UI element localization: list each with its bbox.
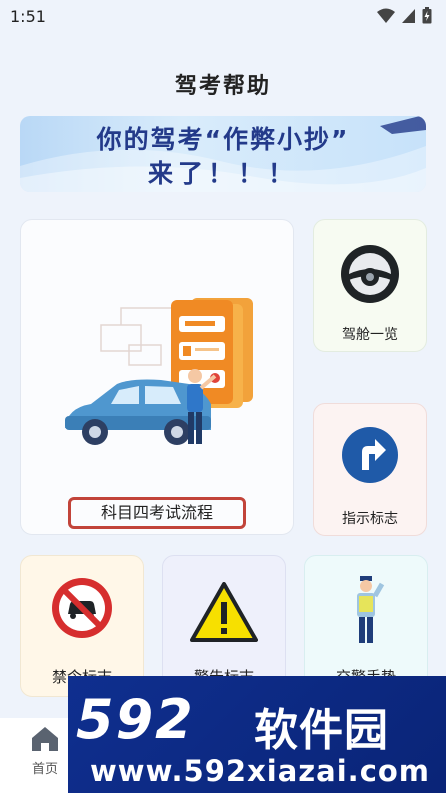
home-icon bbox=[32, 727, 58, 751]
wifi-icon bbox=[377, 8, 395, 23]
watermark-name: 软件园 bbox=[254, 705, 389, 756]
page-title: 驾考帮助 bbox=[174, 74, 271, 99]
cockpit-label: 驾舱一览 bbox=[342, 327, 398, 343]
watermark-url: www.592xiazai.com bbox=[90, 754, 431, 788]
road-signs-card[interactable]: 指示标志 bbox=[313, 403, 427, 536]
banner-line1: 你的驾考“作弊小抄” bbox=[96, 125, 350, 154]
tab-home-label: 首页 bbox=[31, 762, 58, 777]
car-checklist-illustration bbox=[65, 298, 253, 445]
no-vehicles-sign-icon bbox=[52, 578, 112, 638]
status-bar: 1:51 bbox=[0, 0, 446, 32]
signal-icon bbox=[402, 8, 415, 23]
exam-flow-label: 科目四考试流程 bbox=[68, 497, 246, 529]
status-time: 1:51 bbox=[10, 7, 46, 26]
tab-home[interactable]: 首页 bbox=[20, 726, 70, 777]
turn-right-sign-icon bbox=[342, 427, 398, 483]
banner-line2: 来了！！！ bbox=[147, 159, 298, 188]
promo-banner[interactable]: 你的驾考“作弊小抄” 来了！！！ bbox=[20, 116, 426, 192]
exam-flow-card[interactable]: 科目四考试流程 bbox=[20, 219, 294, 535]
watermark-number: 592 bbox=[76, 688, 195, 751]
road-signs-label: 指示标志 bbox=[342, 511, 398, 527]
warning-triangle-icon bbox=[190, 582, 258, 642]
steering-wheel-icon bbox=[341, 245, 399, 303]
battery-icon bbox=[422, 7, 432, 24]
site-watermark: 592 软件园 www.592xiazai.com bbox=[68, 676, 446, 793]
traffic-police-icon bbox=[357, 576, 385, 643]
cockpit-card[interactable]: 驾舱一览 bbox=[313, 219, 427, 352]
status-icons bbox=[377, 7, 432, 24]
